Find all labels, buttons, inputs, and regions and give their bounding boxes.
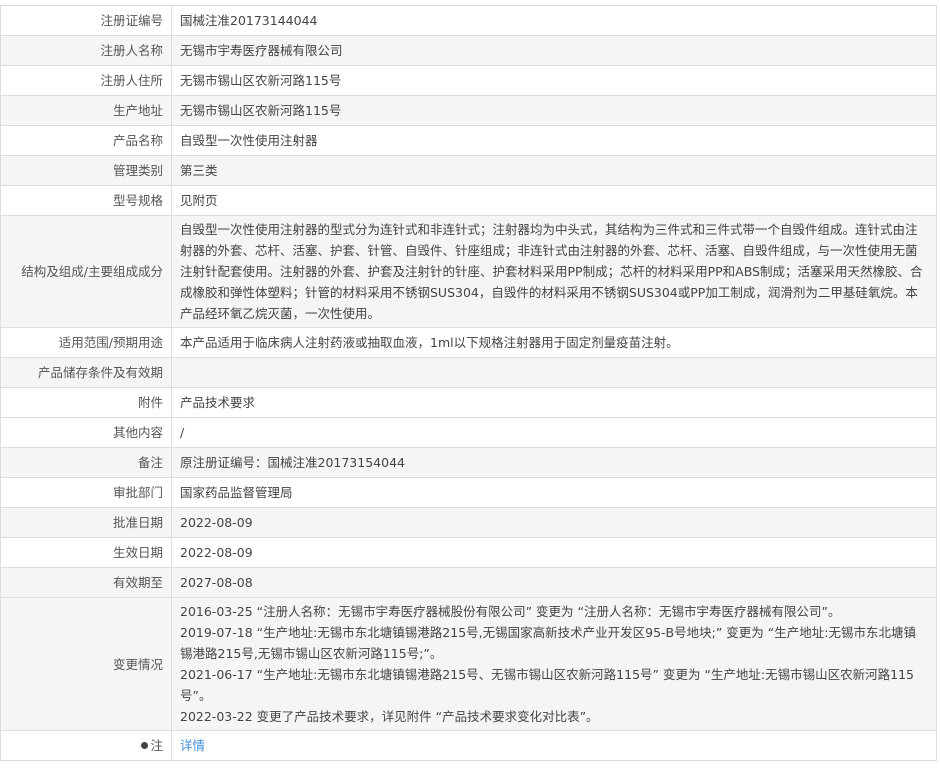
field-label: 其他内容 [0, 417, 172, 448]
table-row: 生产地址 无锡市锡山区农新河路115号 [0, 95, 937, 126]
table-row-note: 注 详情 [0, 730, 937, 761]
field-label: 有效期至 [0, 567, 172, 598]
field-value: 2022-08-09 [171, 507, 937, 538]
change-entry: 2019-07-18 “生产地址:无锡市东北塘镇锡港路215号,无锡国家高新技术… [180, 625, 916, 661]
change-entry: 2016-03-25 “注册人名称：无锡市宇寿医疗器械股份有限公司” 变更为 “… [180, 604, 841, 619]
change-history: 2016-03-25 “注册人名称：无锡市宇寿医疗器械股份有限公司” 变更为 “… [171, 597, 937, 731]
table-row-changes: 变更情况 2016-03-25 “注册人名称：无锡市宇寿医疗器械股份有限公司” 变… [0, 597, 937, 731]
field-value: 第三类 [171, 155, 937, 186]
field-label: 管理类别 [0, 155, 172, 186]
field-label: 审批部门 [0, 477, 172, 508]
field-value: 2027-08-08 [171, 567, 937, 598]
registration-detail-table: 注册证编号 国械注准20173144044 注册人名称 无锡市宇寿医疗器械有限公司 注册… [0, 5, 937, 761]
table-row: 备注 原注册证编号：国械注准20173154044 [0, 447, 937, 478]
field-value: 国械注准20173144044 [171, 5, 937, 36]
details-link[interactable]: 详情 [180, 738, 205, 753]
field-value: 国家药品监督管理局 [171, 477, 937, 508]
table-row: 有效期至 2027-08-08 [0, 567, 937, 598]
field-value: 2022-08-09 [171, 537, 937, 568]
table-row: 注册证编号 国械注准20173144044 [0, 5, 937, 36]
table-row: 产品名称 自毁型一次性使用注射器 [0, 125, 937, 156]
change-entry: 2022-03-22 变更了产品技术要求，详见附件 “产品技术要求变化对比表”。 [180, 709, 599, 724]
pin-icon [141, 742, 149, 749]
field-label: 型号规格 [0, 185, 172, 216]
table-row: 结构及组成/主要组成成分 自毁型一次性使用注射器的型式分为连针式和非连针式；注射器… [0, 215, 937, 328]
table-row: 型号规格 见附页 [0, 185, 937, 216]
field-value: 原注册证编号：国械注准20173154044 [171, 447, 937, 478]
table-row: 批准日期 2022-08-09 [0, 507, 937, 538]
table-row: 生效日期 2022-08-09 [0, 537, 937, 568]
table-row: 审批部门 国家药品监督管理局 [0, 477, 937, 508]
table-row: 管理类别 第三类 [0, 155, 937, 186]
change-entry: 2021-06-17 “生产地址:无锡市东北塘镇锡港路215号、无锡市锡山区农新… [180, 667, 914, 703]
field-value: / [171, 417, 937, 448]
field-label: 变更情况 [0, 597, 172, 731]
field-label: 备注 [0, 447, 172, 478]
field-label: 产品名称 [0, 125, 172, 156]
field-value: 无锡市锡山区农新河路115号 [171, 65, 937, 96]
field-label: 结构及组成/主要组成成分 [0, 215, 172, 328]
table-row: 其他内容 / [0, 417, 937, 448]
table-row: 适用范围/预期用途 本产品适用于临床病人注射药液或抽取血液，1ml以下规格注射器用… [0, 327, 937, 358]
field-label: 适用范围/预期用途 [0, 327, 172, 358]
field-label: 生效日期 [0, 537, 172, 568]
field-value: 无锡市宇寿医疗器械有限公司 [171, 35, 937, 66]
table-row: 附件 产品技术要求 [0, 387, 937, 418]
field-value: 自毁型一次性使用注射器的型式分为连针式和非连针式；注射器均为中头式，其结构为三件… [171, 215, 937, 328]
field-label: 注册人名称 [0, 35, 172, 66]
field-value: 产品技术要求 [171, 387, 937, 418]
field-label: 注册人住所 [0, 65, 172, 96]
field-value: 无锡市锡山区农新河路115号 [171, 95, 937, 126]
field-label: 注册证编号 [0, 5, 172, 36]
note-value: 详情 [171, 730, 937, 761]
field-value: 见附页 [171, 185, 937, 216]
table-row: 产品储存条件及有效期 [0, 357, 937, 388]
field-label: 附件 [0, 387, 172, 418]
note-label-cell: 注 [0, 730, 172, 761]
field-value: 自毁型一次性使用注射器 [171, 125, 937, 156]
table-row: 注册人名称 无锡市宇寿医疗器械有限公司 [0, 35, 937, 66]
field-value: 本产品适用于临床病人注射药液或抽取血液，1ml以下规格注射器用于固定剂量疫苗注射… [171, 327, 937, 358]
field-label: 产品储存条件及有效期 [0, 357, 172, 388]
field-value [171, 357, 937, 388]
field-label: 生产地址 [0, 95, 172, 126]
note-label: 注 [150, 738, 163, 753]
field-label: 批准日期 [0, 507, 172, 538]
table-row: 注册人住所 无锡市锡山区农新河路115号 [0, 65, 937, 96]
